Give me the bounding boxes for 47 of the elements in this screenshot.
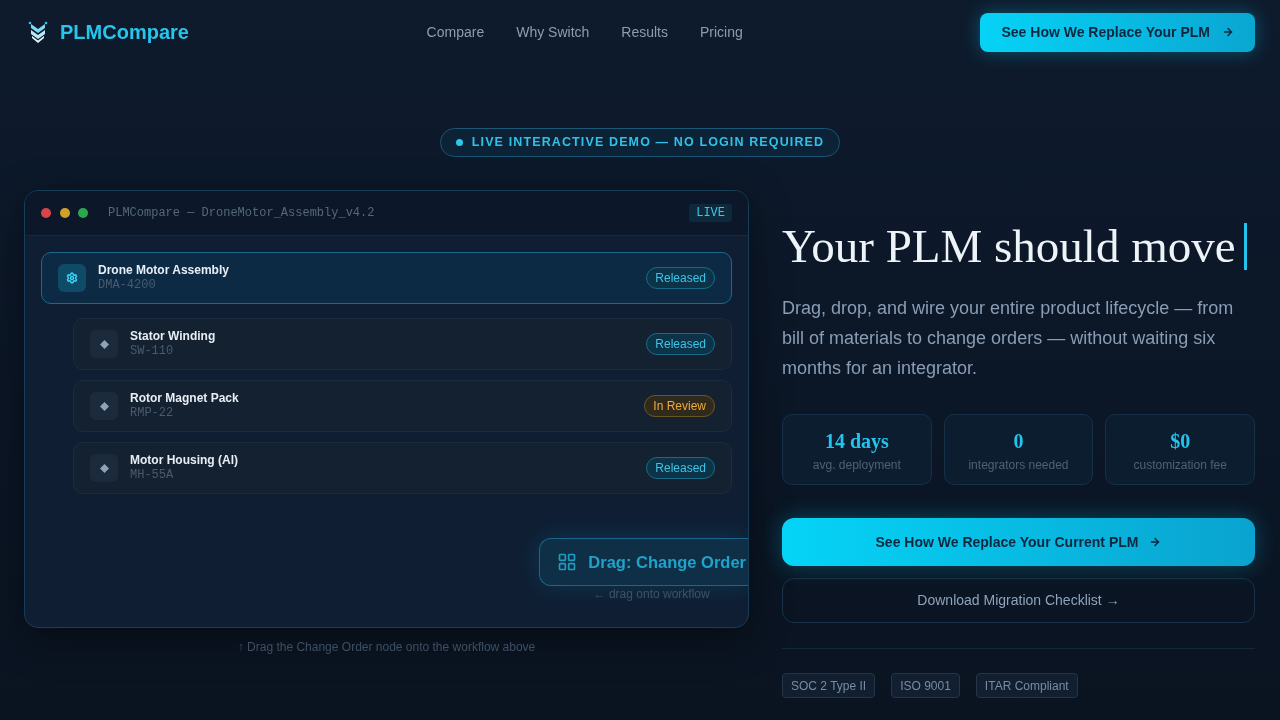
tree-item[interactable]: Drone Motor Assembly DMA-4200 Released xyxy=(41,252,732,304)
download-checklist-button[interactable]: Download Migration Checklist → xyxy=(782,578,1255,623)
stat-value: $0 xyxy=(1170,429,1191,453)
compliance-tag: ITAR Compliant xyxy=(975,673,1078,698)
hero-heading: Your PLM should move xyxy=(782,220,1236,272)
gear-icon xyxy=(58,264,86,292)
item-name: Stator Winding xyxy=(130,329,217,344)
stat-value: 14 days xyxy=(824,429,889,453)
nav-link[interactable]: Results xyxy=(621,21,668,43)
part-number: DMA-4200 xyxy=(98,278,157,293)
compliance-tag: SOC 2 Type II xyxy=(782,673,876,698)
hero-description: Drag, drop, and wire your entire product lifecycle — from bill of materials to change orders — without waiting six months for an integrator. xyxy=(782,297,1235,380)
part-number: RMP-22 xyxy=(130,406,175,421)
badge-text: LIVE INTERACTIVE DEMO — NO LOGIN REQUIRED xyxy=(471,134,825,152)
compliance-tag: ISO 9001 xyxy=(891,673,960,698)
demo-caption: ↑ Drag the Change Order node onto the workflow above xyxy=(237,639,536,656)
part-number: SW-110 xyxy=(130,344,175,359)
status-tag: In Review xyxy=(644,395,715,417)
stat-label: integrators needed xyxy=(968,457,1069,473)
stat-label: customization fee xyxy=(1133,457,1227,473)
window-title: PLMCompare — DroneMotor_Assembly_v4.2 xyxy=(108,205,376,222)
status-tag: Released xyxy=(646,333,715,355)
part-number: MH-55A xyxy=(130,468,175,483)
nav-link[interactable]: Pricing xyxy=(700,21,743,43)
drag-node[interactable]: Drag: Change Order xyxy=(539,538,748,586)
logo-icon xyxy=(28,21,48,43)
brand-name[interactable]: PLMCompare xyxy=(60,17,189,47)
item-name: Motor Housing (Al) xyxy=(130,453,239,468)
primary-cta-button[interactable]: See How We Replace Your Current PLM xyxy=(782,518,1255,566)
drag-node-label: Drag: Change Order xyxy=(588,551,746,573)
item-name: Drone Motor Assembly xyxy=(98,263,230,278)
live-tag: LIVE xyxy=(689,204,732,222)
arrow-right-icon xyxy=(1149,536,1162,548)
grid-icon xyxy=(557,552,578,572)
stat-label: avg. deployment xyxy=(812,457,901,473)
nav-link[interactable]: Why Switch xyxy=(516,21,590,43)
tree-item[interactable]: Rotor Magnet Pack RMP-22 In Review xyxy=(73,380,732,432)
status-tag: Released xyxy=(646,267,715,289)
tree-item[interactable]: Stator Winding SW-110 Released xyxy=(73,318,732,370)
status-tag: Released xyxy=(646,457,715,479)
arrow-right-icon xyxy=(1222,26,1234,38)
header-cta-button[interactable]: See How We Replace Your PLM xyxy=(980,12,1255,52)
stat-value: 0 xyxy=(1013,429,1024,453)
item-name: Rotor Magnet Pack xyxy=(130,391,240,406)
nav-link[interactable]: Compare xyxy=(426,21,485,43)
typing-caret xyxy=(1243,222,1247,270)
tree-item[interactable]: Motor Housing (Al) MH-55A Released xyxy=(73,442,732,494)
